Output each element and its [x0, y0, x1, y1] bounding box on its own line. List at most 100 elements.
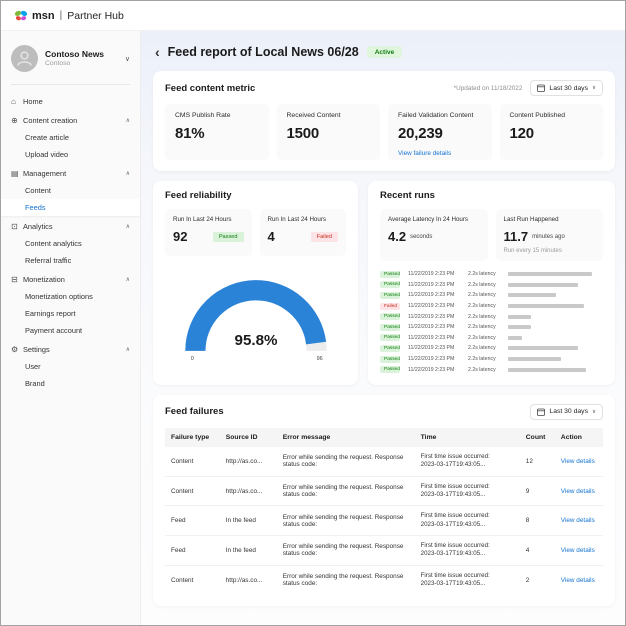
sidebar-item-create-article[interactable]: Create article [1, 129, 140, 146]
home-icon: ⌂ [11, 97, 23, 106]
column-header-error-message: Error message [277, 428, 415, 447]
run-detail-bar [508, 368, 586, 372]
run-status-pill: Passed [380, 366, 400, 373]
time-line-1: First time issue occurred: [421, 542, 514, 550]
sidebar-nav: ⌂Home ⊕Content creation∧Create articleUpl… [1, 93, 140, 392]
action-cell: View details [555, 536, 603, 566]
chevron-up-icon: ∧ [126, 117, 130, 124]
run-latency: 2.2s latency [468, 367, 508, 373]
sidebar-item-content[interactable]: Content [1, 182, 140, 199]
run-row: Passed11/22/2019 2:23 PM2.2s latency [380, 365, 603, 374]
sidebar-item-earnings-report[interactable]: Earnings report [1, 305, 140, 322]
time-cell: First time issue occurred:2023-03-17T19:… [415, 536, 520, 566]
failure-type-cell: Content [165, 565, 220, 594]
table-row: FeedIn the feedError while sending the r… [165, 506, 603, 536]
view-details-link[interactable]: View details [561, 488, 595, 495]
source-id-cell: http://as.co... [220, 447, 277, 476]
count-cell: 2 [520, 565, 555, 594]
sidebar-item-content-analytics[interactable]: Content analytics [1, 235, 140, 252]
run-timestamp: 11/22/2019 2:23 PM [408, 324, 468, 330]
feed-failures-header: Feed failures Last 30 days ∨ [165, 404, 603, 420]
recent-tile-last-run-happened: Last Run Happened11.7minutes agoRun ever… [496, 209, 604, 261]
sidebar-item-label: Payment account [25, 326, 82, 335]
time-line-1: First time issue occurred: [421, 512, 514, 520]
column-header-time: Time [415, 428, 520, 447]
view-details-link[interactable]: View details [561, 577, 595, 584]
run-latency: 2.2s latency [468, 282, 508, 288]
view-details-link[interactable]: View details [561, 458, 595, 465]
gauge-value: 95.8% [234, 332, 277, 349]
sidebar-item-settings[interactable]: ⚙Settings∧ [1, 341, 140, 358]
time-cell: First time issue occurred:2023-03-17T19:… [415, 506, 520, 536]
sidebar-item-management[interactable]: ▤Management∧ [1, 165, 140, 182]
recent-runs-title: Recent runs [380, 190, 435, 201]
feed-content-metric-header: Feed content metric *Updated on 11/18/20… [165, 80, 603, 96]
count-cell: 8 [520, 506, 555, 536]
run-count-tile-passed: Run In Last 24 Hours92Passed [165, 209, 252, 256]
metric-tile-received-content: Received Content1500 [277, 104, 381, 160]
sidebar-item-label: Settings [23, 345, 50, 354]
sidebar-item-monetization[interactable]: ⊟Monetization∧ [1, 271, 140, 288]
monetization-icon: ⊟ [11, 275, 23, 284]
failures-date-range-dropdown[interactable]: Last 30 days ∨ [530, 404, 603, 420]
sidebar-item-upload-video[interactable]: Upload video [1, 146, 140, 163]
column-header-source-id: Source ID [220, 428, 277, 447]
tile-value-row: 4Failed [268, 229, 339, 244]
chevron-down-icon: ∨ [125, 55, 130, 63]
sidebar-divider [11, 84, 130, 85]
status-pill: Passed [213, 232, 244, 242]
sidebar-item-label: Earnings report [25, 309, 76, 318]
column-header-failure-type: Failure type [165, 428, 220, 447]
run-status-pill: Failed [380, 303, 400, 310]
status-badge: Active [367, 46, 403, 58]
run-timestamp: 11/22/2019 2:23 PM [408, 282, 468, 288]
page-header: ‹ Feed report of Local News 06/28 Active [153, 39, 615, 65]
back-button[interactable]: ‹ [155, 45, 160, 59]
table-row: Contenthttp://as.co...Error while sendin… [165, 476, 603, 506]
recent-tile-average-latency-in-24-hours: Average Latency In 24 Hours4.2seconds [380, 209, 488, 261]
sidebar-item-home[interactable]: ⌂Home [1, 93, 140, 110]
content-creation-icon: ⊕ [11, 116, 23, 125]
time-cell: First time issue occurred:2023-03-17T19:… [415, 476, 520, 506]
sidebar-item-payment-account[interactable]: Payment account [1, 322, 140, 339]
view-details-link[interactable]: View details [561, 517, 595, 524]
run-latency: 2.2s latency [468, 345, 508, 351]
account-switcher[interactable]: Contoso News Contoso ∨ [1, 39, 140, 80]
sidebar-item-content-creation[interactable]: ⊕Content creation∧ [1, 112, 140, 129]
run-row: Passed11/22/2019 2:23 PM2.2s latency [380, 344, 603, 353]
run-latency: 2.2s latency [468, 314, 508, 320]
metric-tile-content-published: Content Published120 [500, 104, 604, 160]
date-range-value: Last 30 days [549, 85, 588, 92]
sidebar-item-referral-traffic[interactable]: Referral traffic [1, 252, 140, 269]
layout: Contoso News Contoso ∨ ⌂Home ⊕Content cre… [1, 31, 625, 625]
tile-value: 4 [268, 229, 275, 244]
sidebar-item-label: Analytics [23, 222, 53, 231]
tile-value-row: 11.7minutes ago [504, 229, 596, 244]
account-text: Contoso News Contoso [45, 49, 104, 68]
date-range-dropdown[interactable]: Last 30 days ∨ [530, 80, 603, 96]
source-id-cell: http://as.co... [220, 476, 277, 506]
run-row: Passed11/22/2019 2:23 PM2.2s latency [380, 323, 603, 332]
sidebar-item-label: User [25, 362, 41, 371]
column-header-action: Action [555, 428, 603, 447]
view-failure-details-link[interactable]: View failure details [398, 150, 451, 157]
chevron-down-icon: ∨ [592, 409, 596, 415]
tile-value: 4.2 [388, 229, 406, 244]
view-details-link[interactable]: View details [561, 547, 595, 554]
error-message-cell: Error while sending the request. Respons… [277, 476, 415, 506]
run-status-pill: Passed [380, 356, 400, 363]
count-cell: 12 [520, 447, 555, 476]
sidebar-item-analytics[interactable]: ⊡Analytics∧ [1, 218, 140, 235]
sidebar-item-monetization-options[interactable]: Monetization options [1, 288, 140, 305]
page-title: Feed report of Local News 06/28 [168, 45, 359, 59]
updated-on-label: *Updated on 11/18/2022 [454, 85, 523, 92]
sidebar-item-user[interactable]: User [1, 358, 140, 375]
run-detail-bar [508, 325, 531, 329]
sidebar-item-feeds[interactable]: Feeds [1, 199, 140, 216]
main-content: ‹ Feed report of Local News 06/28 Active… [141, 31, 625, 625]
sidebar-item-brand[interactable]: Brand [1, 375, 140, 392]
msn-butterfly-icon [14, 10, 28, 22]
sidebar-item-label: Referral traffic [25, 256, 71, 265]
topbar: msn | Partner Hub [1, 1, 625, 31]
run-timestamp: 11/22/2019 2:23 PM [408, 345, 468, 351]
